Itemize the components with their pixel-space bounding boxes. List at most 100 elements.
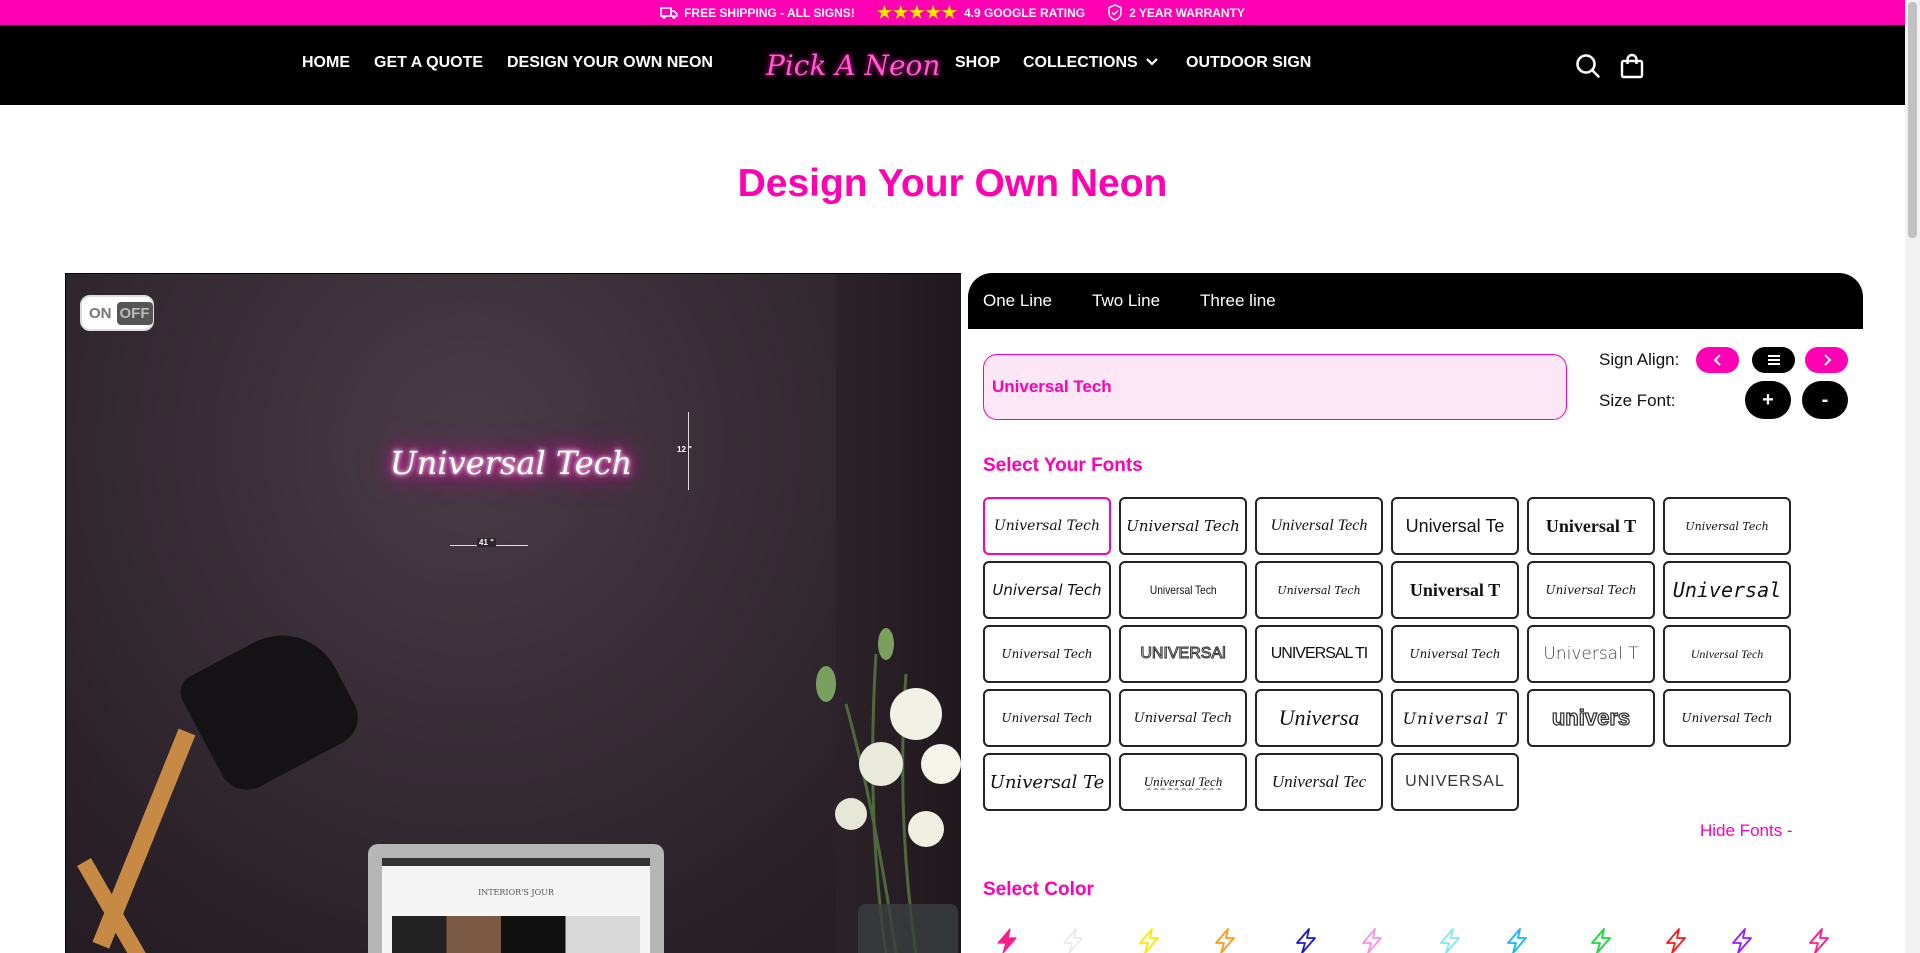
height-dimension-label: 12 " (677, 445, 692, 454)
font-option-7[interactable]: Universal Tech (983, 561, 1111, 619)
truck-icon (660, 6, 678, 19)
nav-get-a-quote[interactable]: GET A QUOTE (374, 54, 483, 72)
font-option-16[interactable]: Universal Tech (1391, 625, 1519, 683)
color-swatch-4[interactable] (1212, 928, 1238, 953)
promo-shipping-text: FREE SHIPPING - ALL SIGNS! (684, 5, 855, 20)
nav-outdoor-sign[interactable]: OUTDOOR SIGN (1186, 54, 1311, 72)
font-option-4[interactable]: Universal Te (1391, 497, 1519, 555)
nav-collections[interactable]: COLLECTIONS (1023, 54, 1159, 72)
logo-text: Pick A Neon (766, 49, 941, 82)
font-option-24-sample: Universal Tech (1681, 711, 1773, 725)
font-option-16-sample: Universal Tech (1409, 647, 1501, 661)
font-option-6-sample: Universal Tech (1685, 519, 1769, 533)
color-swatch-7[interactable] (1437, 928, 1463, 953)
font-option-20-sample: Universal Tech (1133, 710, 1233, 726)
font-option-3[interactable]: Universal Tech (1255, 497, 1383, 555)
tab-one-line[interactable]: One Line (983, 291, 1052, 311)
toggle-on-label: ON (89, 304, 112, 322)
font-option-21-sample: Universa (1278, 705, 1360, 730)
color-swatch-11[interactable] (1729, 928, 1755, 953)
desk-lamp-shade (174, 614, 368, 800)
font-option-15-sample: UNIVERSAL TI (1270, 645, 1368, 662)
lightning-bolt-icon (1666, 928, 1686, 953)
align-left-button[interactable] (1696, 347, 1739, 373)
scrollbar-thumb[interactable] (1908, 2, 1917, 238)
font-option-7-sample: Universal Tech (992, 581, 1102, 599)
font-option-1[interactable]: Universal Tech (983, 497, 1111, 555)
lightning-bolt-icon (1591, 928, 1611, 953)
align-center-button[interactable] (1752, 347, 1795, 373)
app-root: FREE SHIPPING - ALL SIGNS! ★★★★★ 4.9 GOO… (0, 0, 1920, 953)
color-swatch-3[interactable] (1136, 928, 1162, 953)
font-option-27[interactable]: Universal Tec (1255, 753, 1383, 811)
tab-two-line[interactable]: Two Line (1092, 291, 1160, 311)
color-swatch-10[interactable] (1663, 928, 1689, 953)
font-option-4-sample: Universal Te (1405, 515, 1505, 536)
hide-fonts-link[interactable]: Hide Fonts - (1700, 821, 1793, 841)
nav-collections-label: COLLECTIONS (1023, 54, 1138, 71)
font-option-2[interactable]: Universal Tech (1119, 497, 1247, 555)
font-option-26-sample: Universal Tech (1143, 774, 1223, 789)
font-option-28[interactable]: UNIVERSAL (1391, 753, 1519, 811)
sign-text-input[interactable] (983, 354, 1567, 420)
font-option-9[interactable]: Universal Tech (1255, 561, 1383, 619)
size-font-label: Size Font: (1599, 391, 1676, 410)
laptop-screen: INTERIOR'S JOUR (382, 858, 650, 953)
lightning-bolt-icon (997, 928, 1017, 953)
font-option-15[interactable]: UNIVERSAL TI (1255, 625, 1383, 683)
flower-vase-image (816, 628, 961, 953)
font-option-24[interactable]: Universal Tech (1663, 689, 1791, 747)
font-option-5[interactable]: Universal T (1527, 497, 1655, 555)
font-option-14[interactable]: UNIVERSAl (1119, 625, 1247, 683)
chevron-left-icon (1713, 354, 1721, 366)
laptop-screen-image (392, 916, 640, 953)
color-swatch-8[interactable] (1504, 928, 1530, 953)
font-option-10[interactable]: Universal T (1391, 561, 1519, 619)
color-swatch-12[interactable] (1806, 928, 1832, 953)
font-size-increase-button[interactable]: + (1745, 381, 1791, 419)
font-option-6[interactable]: Universal Tech (1663, 497, 1791, 555)
font-option-25[interactable]: Universal Te (983, 753, 1111, 811)
font-option-12[interactable]: Universal (1663, 561, 1791, 619)
cart-bag-icon[interactable] (1618, 52, 1646, 80)
font-option-19[interactable]: Universal Tech (983, 689, 1111, 747)
search-icon[interactable] (1574, 52, 1602, 80)
font-option-13[interactable]: Universal Tech (983, 625, 1111, 683)
font-option-26[interactable]: Universal Tech (1119, 753, 1247, 811)
promo-shipping: FREE SHIPPING - ALL SIGNS! (660, 6, 855, 20)
color-swatch-1[interactable] (994, 928, 1020, 953)
pick-a-neon-logo[interactable]: Pick A Neon (766, 41, 940, 91)
font-option-11[interactable]: Universal Tech (1527, 561, 1655, 619)
light-on-off-toggle[interactable]: ON OFF (80, 295, 154, 331)
font-option-18[interactable]: Universal Tech (1663, 625, 1791, 683)
font-option-20[interactable]: Universal Tech (1119, 689, 1247, 747)
promo-warranty: 2 YEAR WARRANTY (1107, 4, 1245, 21)
promo-bar: FREE SHIPPING - ALL SIGNS! ★★★★★ 4.9 GOO… (0, 0, 1905, 25)
page-title: Design Your Own Neon (737, 162, 1168, 205)
lightning-bolt-icon (1063, 928, 1083, 953)
color-swatch-6[interactable] (1359, 928, 1385, 953)
font-size-decrease-button[interactable]: - (1802, 381, 1848, 419)
color-swatch-9[interactable] (1588, 928, 1614, 953)
neon-preview: INTERIOR'S JOUR ON OFF Universal Tech 12… (65, 273, 961, 953)
font-option-17[interactable]: Universal T (1527, 625, 1655, 683)
nav-shop[interactable]: SHOP (955, 54, 1000, 72)
color-swatch-5[interactable] (1293, 928, 1319, 953)
font-option-8-sample: Universal Tech (1149, 583, 1217, 597)
laptop-screen-bar (382, 858, 650, 866)
font-option-21[interactable]: Universa (1255, 689, 1383, 747)
lightning-bolt-icon (1139, 928, 1159, 953)
lightning-bolt-icon (1507, 928, 1527, 953)
page-scrollbar[interactable] (1905, 0, 1920, 953)
font-option-22[interactable]: Universal T (1391, 689, 1519, 747)
nav-home[interactable]: HOME (302, 54, 350, 72)
font-option-23[interactable]: univers (1527, 689, 1655, 747)
font-option-1-sample: Universal Tech (993, 518, 1101, 534)
align-right-button[interactable] (1805, 347, 1848, 373)
nav-design-your-own-neon[interactable]: DESIGN YOUR OWN NEON (507, 54, 713, 72)
lightning-bolt-icon (1362, 928, 1382, 953)
font-option-8[interactable]: Universal Tech (1119, 561, 1247, 619)
tab-three-line[interactable]: Three line (1200, 291, 1276, 311)
select-color-heading: Select Color (983, 879, 1094, 900)
color-swatch-2[interactable] (1060, 928, 1086, 953)
